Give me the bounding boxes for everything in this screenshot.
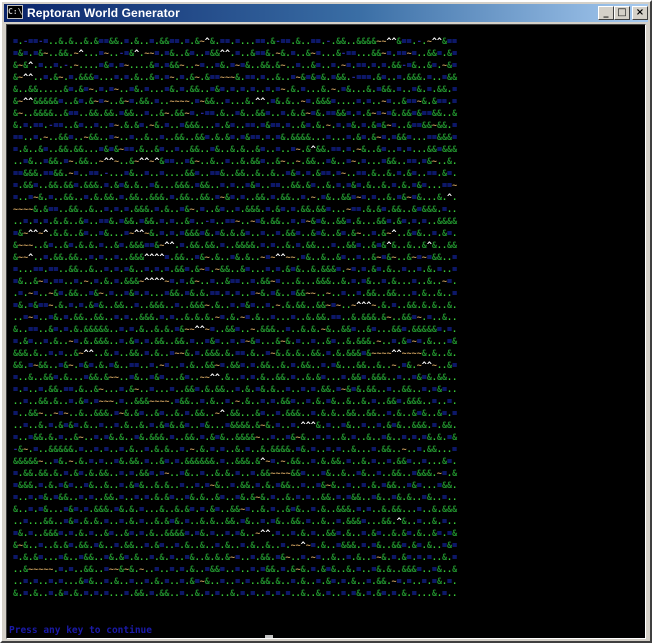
map-row: ..=...&&..=&=.&.&.=..=.&.=..&.&=&.=..&.&…: [13, 516, 458, 526]
map-row: =...==.==..&&..&..=.=.=&..=.=.=.&&=.&~=.…: [13, 264, 458, 274]
map-row: ==&&&.==&&.~=..==.-...=&..=..=....&&=..=…: [13, 168, 458, 178]
map-row: =..=&&.&.=..&~..=.=&.&..=&.&&&.=..&&.=.&…: [13, 432, 458, 442]
map-row: &~^^..=.&~.=.&&&=...=.=.&..&=.=~.=.&~.&=…: [13, 72, 458, 82]
map-row: &~..&&&&..&==..&&.&&.=&&..=..&~.&&~=.-==…: [13, 108, 458, 118]
minimize-button[interactable]: _: [598, 6, 614, 20]
map-row: =&=.=&~..&&.~^...=~..-=&^.~~=.=&..&=..=&…: [13, 48, 458, 58]
map-row: &&&.&..=.=..&~^^..&.=..&&.=.&..=~~&.=.&&…: [13, 348, 458, 358]
map-row: =.-==-=..&.&..&.&==&&.=.&..=.&&==.=.&~^&…: [13, 36, 458, 46]
map-row: =.&..&=..&&.&&...=&=&~==.&..&=..=..&&..=…: [13, 144, 458, 154]
map-row: &~&..=..&.&=.&&.=&..=.&&..=.&=..=.&..&..…: [13, 540, 458, 550]
map-row: =.&=..=.&..~=.&.&&&..=.&=.=.&&..&&.=..=&…: [13, 336, 458, 346]
map-row: ==..=.~..&&=..~&&..=~..=..&..=..&&..&&=.…: [13, 132, 458, 142]
world-map: =.-==-=..&.&..&.&==&&.=.&..=.&&==.=.&~^&…: [13, 35, 457, 599]
map-row: .=.~=..~&=.&&..=&~.=..=&=.=...=&&.=&.&.=…: [13, 288, 458, 298]
map-row: =&.=..&&&=.=.&.=..&=..&=.=.&..&&&&=.=&.=…: [13, 528, 458, 538]
map-row: &..&&.....&=.&=~.=.=~..=&.=...=&.=.&&..=…: [13, 84, 458, 94]
map-row: ..=&..=&&.=~.&&..~^^~..&~^^~^&==..=&~..&…: [13, 156, 458, 166]
map-row: ..=.=.=.&.&..&=..==&.=&&.=&&.=.=..&=..-=…: [13, 216, 458, 226]
map-row: ..&~~~~~.=.=..&&..=~~&~&.~..=..=.=.&..=&…: [13, 564, 458, 574]
map-row: =.&&=..&&.&&=.&&&.=.&=&.&..=&...&&&.=&&.…: [13, 180, 458, 190]
maximize-button[interactable]: □: [614, 6, 630, 20]
map-row: =&..&~=.==..=.~.=.&.=.&&&~^^^^~=.=.&~..=…: [13, 276, 458, 286]
map-row: &.=.==.-==..&=..=..=~.&.&=.~&.=..=&&&...…: [13, 120, 458, 130]
map-row: &&&&&~..=&.~.&.=.=..=&.&&.=..&=.=.&&&&&&…: [13, 456, 458, 466]
map-row: ..=..&&.&..=.&=.=~~~.=..&&&~~~~.=&&..=.&…: [13, 396, 458, 406]
map-row: =&~^^~^.&.&..&=..=&...=~^^~&.=.=.=&&&=&.…: [13, 228, 458, 238]
map-row: ~~~~&.&==..&&..&..=.=.=.&&&.=.&..=&~.=..…: [13, 204, 458, 214]
map-row: =&.=&==~.&.=.=.&=&..&&..=..&&&..=..&&&~.…: [13, 300, 458, 310]
map-row: &~~~..&=..&=.&.&.=..&=.&&&==&~^^.=.&&.&&…: [13, 240, 458, 250]
map-row: &..==..&=.=.&.&&&&&..=.=.&..&.&.=&~~^^~=…: [13, 324, 458, 334]
map-row: &.=.&..=.&=.&.=.=.=...=.&&.=.&&..=..&.=.…: [13, 588, 458, 598]
map-row: =..=.=&.=&&..=.=..&&.=..=.=.&.&=..=&.&..…: [13, 492, 458, 502]
map-row: &&.=~&&..=&~.=&=.&.=&..==..=.~=..=.&..&&…: [13, 360, 458, 370]
app-window: C:\ Reptoran World Generator _ □ × =.-==…: [0, 0, 652, 643]
map-row: =.&&.&&.&.=.&=.&.&&..=.=.&&=.=~..=&..=..…: [13, 468, 458, 478]
map-row: =&&&.=.&.=&=..=&..&..=.&=&..&.&..=..=.=~…: [13, 480, 458, 490]
map-row: =.&.&=...=&..=&&..=&.&=.&..=.&.=..=&..&.…: [13, 552, 458, 562]
map-row: =.=..=.&&.==.&..&~...=.&~..=...=..&&=.&.…: [13, 384, 458, 394]
console-output[interactable]: =.-==-=..&.&..&.&==&&.=.&..=.&&==.=.&~^&…: [6, 24, 646, 639]
console-app-icon[interactable]: C:\: [7, 5, 23, 19]
map-row: &~~^..=.&&.&&..=.=..=..&&&^^^^=.&&..=&~.…: [13, 252, 458, 262]
map-row: ..=.=..=.=...&=&..=.&..=..=.&.=..=.&=~&.…: [13, 576, 458, 586]
title-bar[interactable]: C:\ Reptoran World Generator _ □ ×: [4, 4, 648, 22]
map-row: =..&..&&=.&...=&&.&~~..=&..=&=...&=..~~^…: [13, 372, 458, 382]
map-row: =..&&~..~=~..&..&&&.=~&.&=..&=..&.=.&&..…: [13, 408, 458, 418]
status-prompt: Press any key to continue: [9, 625, 152, 636]
map-row: &~&^.=..=.-.~....=&=.=~....&=.=&&~..~=..…: [13, 60, 458, 70]
window-title: Reptoran World Generator: [27, 6, 180, 20]
close-button[interactable]: ×: [632, 6, 648, 20]
text-cursor: [265, 635, 273, 638]
map-row: &..=.=&...=&=.=.&&&.=&.&.=...&..&.&=.=.&…: [13, 504, 458, 514]
map-row: =..=~&.=..&&..=.&.&&.=.&&..&&&.=.&&..&&.…: [13, 192, 458, 202]
map-row: ..=..&.=.&=&=.&..=..=.&..&.=.&=&.&=..=&.…: [13, 420, 458, 430]
map-row: ..=~=..=&.=.&&..&&..=.=..&&&.=.=..&.&.&.…: [13, 312, 458, 322]
map-row: &~^^&&&&&=..&=.&~=~..&~=.&&.=..~~~~.=~&&…: [13, 96, 458, 106]
map-row: -&~.=..&&&&&.=..=.=..=.&..=.&.&..=.~.&.=…: [13, 444, 458, 454]
